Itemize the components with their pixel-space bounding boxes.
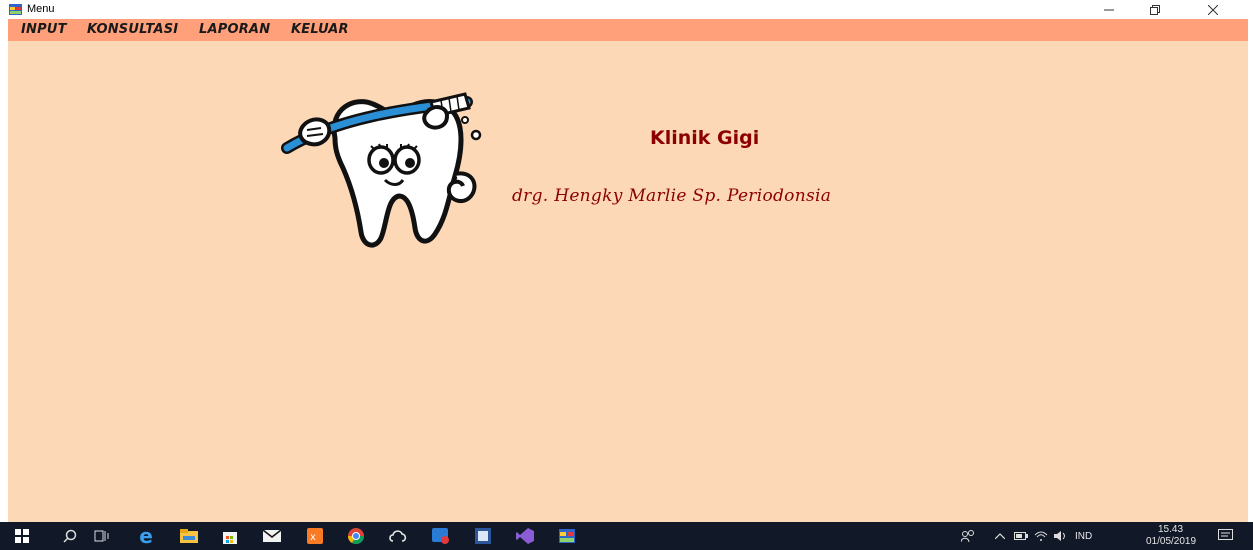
battery-icon[interactable] bbox=[1011, 522, 1031, 550]
visual-studio-icon[interactable] bbox=[510, 522, 540, 550]
clock-time[interactable]: 15.43 bbox=[1158, 524, 1183, 535]
menu-konsultasi[interactable]: KONSULTASI bbox=[87, 22, 178, 37]
creative-cloud-icon[interactable] bbox=[383, 522, 413, 550]
title-bar: Menu bbox=[0, 0, 1253, 19]
chrome-icon[interactable] bbox=[341, 522, 371, 550]
clinic-title: Klinik Gigi bbox=[650, 127, 760, 149]
taskbar: e x IND 15.43 01/05/2019 bbox=[0, 522, 1253, 550]
minimize-icon bbox=[1104, 9, 1114, 10]
menu-bar: INPUT KONSULTASI LAPORAN KELUAR bbox=[8, 19, 1248, 41]
menu-input[interactable]: INPUT bbox=[21, 22, 67, 37]
task-view-icon[interactable] bbox=[87, 522, 117, 550]
language-indicator[interactable]: IND bbox=[1075, 531, 1092, 542]
windows-start-icon[interactable] bbox=[7, 522, 37, 550]
mail-icon[interactable] bbox=[257, 522, 287, 550]
app-icon bbox=[9, 4, 22, 15]
notification-icon[interactable] bbox=[1213, 522, 1239, 550]
edge-icon[interactable]: e bbox=[131, 522, 161, 550]
window-title: Menu bbox=[27, 3, 55, 15]
tooth-mascot-image bbox=[281, 92, 482, 248]
wifi-icon[interactable] bbox=[1031, 522, 1051, 550]
vb-app-icon[interactable] bbox=[552, 522, 582, 550]
restore-icon bbox=[1150, 4, 1160, 15]
doctor-name: drg. Hengky Marlie Sp. Periodonsia bbox=[512, 186, 832, 206]
clock-date[interactable]: 01/05/2019 bbox=[1146, 536, 1196, 547]
volume-icon[interactable] bbox=[1051, 522, 1071, 550]
xampp-icon[interactable]: x bbox=[300, 522, 330, 550]
menu-keluar[interactable]: KELUAR bbox=[291, 22, 349, 37]
store-icon[interactable] bbox=[215, 522, 245, 550]
chevron-up-icon[interactable] bbox=[990, 522, 1010, 550]
restore-button[interactable] bbox=[1132, 0, 1178, 19]
close-button[interactable] bbox=[1190, 0, 1236, 19]
minimize-button[interactable] bbox=[1086, 0, 1132, 19]
people-icon[interactable] bbox=[956, 522, 980, 550]
word-icon[interactable] bbox=[468, 522, 498, 550]
menu-laporan[interactable]: LAPORAN bbox=[199, 22, 270, 37]
close-icon bbox=[1208, 4, 1218, 15]
svg-text:x: x bbox=[310, 532, 316, 543]
main-panel bbox=[8, 41, 1248, 522]
search-icon[interactable] bbox=[55, 522, 85, 550]
app-badge-icon[interactable] bbox=[426, 522, 456, 550]
file-explorer-icon[interactable] bbox=[174, 522, 204, 550]
